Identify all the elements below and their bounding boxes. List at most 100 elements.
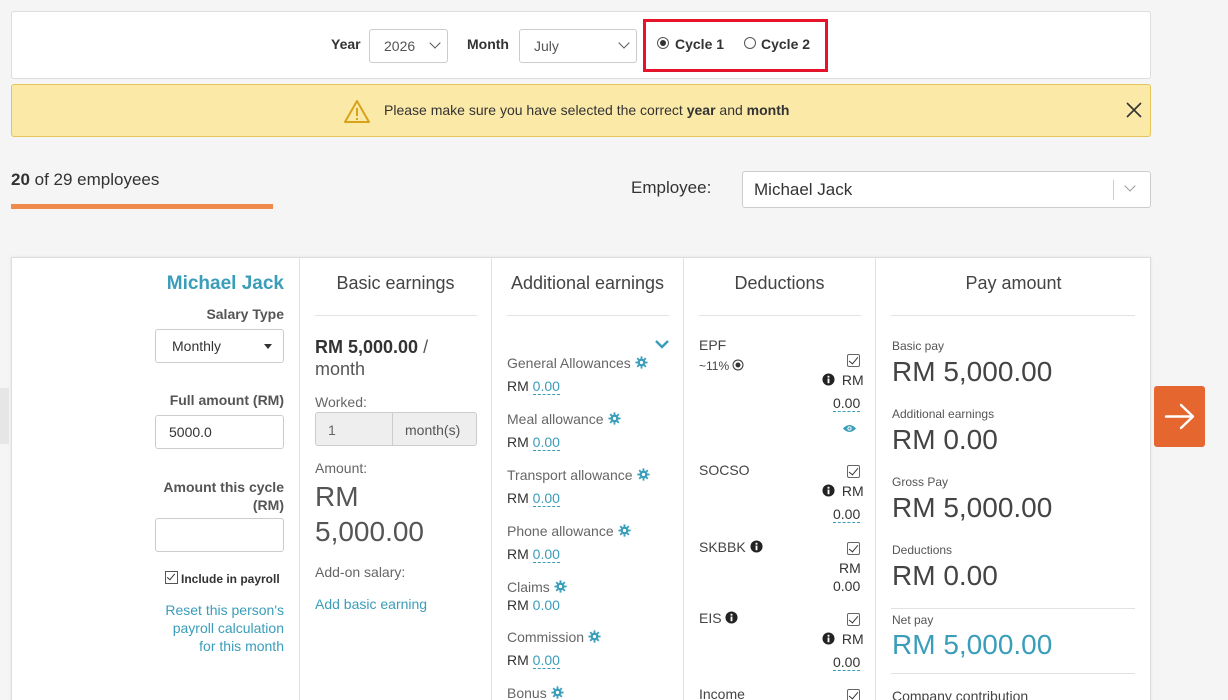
- additional-value[interactable]: RM 0.00: [507, 652, 560, 669]
- addon-label: Add-on salary:: [315, 564, 406, 580]
- warning-message: Please make sure you have selected the c…: [384, 102, 790, 118]
- skbbk-rm: RM: [839, 560, 861, 576]
- epf-checkbox[interactable]: [847, 354, 860, 367]
- divider: [891, 608, 1135, 609]
- cycle2-label[interactable]: Cycle 2: [761, 36, 810, 52]
- divider: [392, 413, 393, 445]
- worked-value[interactable]: 1: [328, 422, 336, 438]
- worked-input-group: 1 month(s): [315, 412, 477, 446]
- additional-value[interactable]: RM 0.00: [507, 490, 560, 507]
- gear-icon[interactable]: [635, 356, 648, 369]
- additional-value[interactable]: RM 0.00: [507, 378, 560, 395]
- info-icon[interactable]: [750, 540, 763, 553]
- divider: [891, 315, 1135, 316]
- additional-item: Transport allowance: [507, 467, 650, 483]
- additional-item: Commission: [507, 629, 601, 645]
- add-basic-earning-link[interactable]: Add basic earning: [315, 596, 427, 612]
- skbbk-checkbox[interactable]: [847, 542, 860, 555]
- amount-cycle-input[interactable]: [155, 518, 284, 552]
- gear-icon[interactable]: [551, 686, 564, 699]
- epf-rate: ~11%: [699, 359, 744, 373]
- socso-checkbox[interactable]: [847, 465, 860, 478]
- socso-value[interactable]: 0.00: [833, 506, 861, 523]
- cycle1-radio[interactable]: [657, 37, 669, 49]
- include-payroll-checkbox[interactable]: [165, 571, 178, 584]
- skbbk-value: 0.00: [833, 578, 861, 594]
- net-pay-label: Net pay: [892, 613, 934, 627]
- info-icon[interactable]: [822, 632, 835, 645]
- progress-bar: [11, 204, 273, 209]
- worked-unit: month(s): [405, 422, 461, 438]
- full-amount-label: Full amount (RM): [169, 392, 284, 408]
- next-employee-button[interactable]: [1154, 386, 1205, 447]
- info-icon[interactable]: [725, 611, 739, 624]
- epf-label: EPF: [699, 337, 727, 353]
- caret-down-icon: [264, 344, 272, 349]
- select-separator: [1113, 180, 1114, 200]
- previous-tab[interactable]: [0, 388, 9, 444]
- additional-value[interactable]: RM 0.00: [507, 546, 560, 563]
- additional-item: Phone allowance: [507, 523, 631, 539]
- divider: [699, 315, 861, 316]
- gear-icon[interactable]: [588, 630, 601, 643]
- eis-value[interactable]: 0.00: [833, 654, 861, 671]
- month-value: July: [534, 38, 559, 54]
- eis-label: EIS: [699, 610, 739, 626]
- month-label: Month: [467, 36, 509, 52]
- net-pay-value: RM 5,000.00: [892, 629, 1053, 660]
- chevron-down-icon[interactable]: [655, 339, 669, 349]
- filter-bar: Year 2026 Month July: [11, 11, 1151, 79]
- info-icon[interactable]: [822, 484, 835, 497]
- deductions-column: Deductions EPF ~11% RM 0.00 SOCSO RM 0.0…: [683, 258, 875, 700]
- month-select[interactable]: July: [519, 29, 637, 63]
- cycle2-radio[interactable]: [744, 37, 756, 49]
- additional-item: General Allowances: [507, 355, 648, 371]
- eye-icon[interactable]: [842, 423, 857, 434]
- info-icon[interactable]: [822, 373, 835, 386]
- year-value: 2026: [384, 38, 416, 54]
- gear-icon[interactable]: [554, 580, 567, 593]
- warning-icon: [344, 100, 370, 123]
- basic-rate: RM 5,000.00 /month: [315, 337, 429, 379]
- include-payroll-label: Include in payroll: [181, 572, 280, 586]
- basic-pay-value: RM 5,000.00: [892, 356, 1053, 387]
- income-checkbox[interactable]: [847, 689, 860, 700]
- additional-earnings-title: Additional earnings: [510, 273, 665, 293]
- company-contribution-label: Company contribution: [892, 688, 1029, 700]
- basic-amount: RM 5,000.00: [315, 481, 424, 547]
- pay-amount-column: Pay amount Basic pay RM 5,000.00 Additio…: [875, 258, 1151, 700]
- eis-checkbox[interactable]: [847, 613, 860, 626]
- employee-select-value: Michael Jack: [754, 180, 853, 199]
- cycle1-label[interactable]: Cycle 1: [675, 36, 724, 52]
- divider: [891, 673, 1135, 674]
- full-amount-input[interactable]: 5000.0: [155, 415, 284, 449]
- employee-label: Employee:: [631, 178, 712, 197]
- epf-value[interactable]: 0.00: [833, 395, 861, 412]
- additional-earnings-label: Additional earnings: [892, 407, 995, 421]
- deductions-title: Deductions: [734, 273, 825, 293]
- gear-icon[interactable]: [636, 468, 650, 481]
- additional-item: Meal allowance: [507, 411, 621, 427]
- gross-pay-value: RM 5,000.00: [892, 492, 1053, 523]
- salary-type-select[interactable]: Monthly: [155, 329, 284, 363]
- gear-icon[interactable]: [607, 412, 621, 425]
- basic-earnings-title: Basic earnings: [336, 273, 455, 293]
- basic-earnings-column: Basic earnings RM 5,000.00 /month Worked…: [299, 258, 491, 700]
- arrow-right-icon: [1164, 403, 1195, 430]
- employee-select[interactable]: Michael Jack: [742, 171, 1151, 208]
- chevron-down-icon: [429, 37, 441, 49]
- payroll-card: Michael Jack Salary Type Monthly Full am…: [11, 257, 1151, 700]
- gear-icon[interactable]: [618, 524, 631, 537]
- year-select[interactable]: 2026: [369, 29, 448, 63]
- amount-cycle-label: Amount this cycle (RM): [163, 479, 284, 513]
- employee-counter: 20 of 29 employees: [11, 170, 160, 189]
- close-icon[interactable]: [1124, 100, 1144, 120]
- radio-icon[interactable]: [732, 359, 744, 371]
- divider: [507, 315, 669, 316]
- gross-pay-label: Gross Pay: [892, 475, 949, 489]
- salary-type-label: Salary Type: [206, 306, 284, 322]
- chevron-down-icon: [618, 37, 630, 49]
- worked-label: Worked:: [315, 394, 367, 410]
- additional-value[interactable]: RM 0.00: [507, 434, 560, 451]
- reset-calculation-link[interactable]: Reset this person's payroll calculation …: [165, 601, 284, 655]
